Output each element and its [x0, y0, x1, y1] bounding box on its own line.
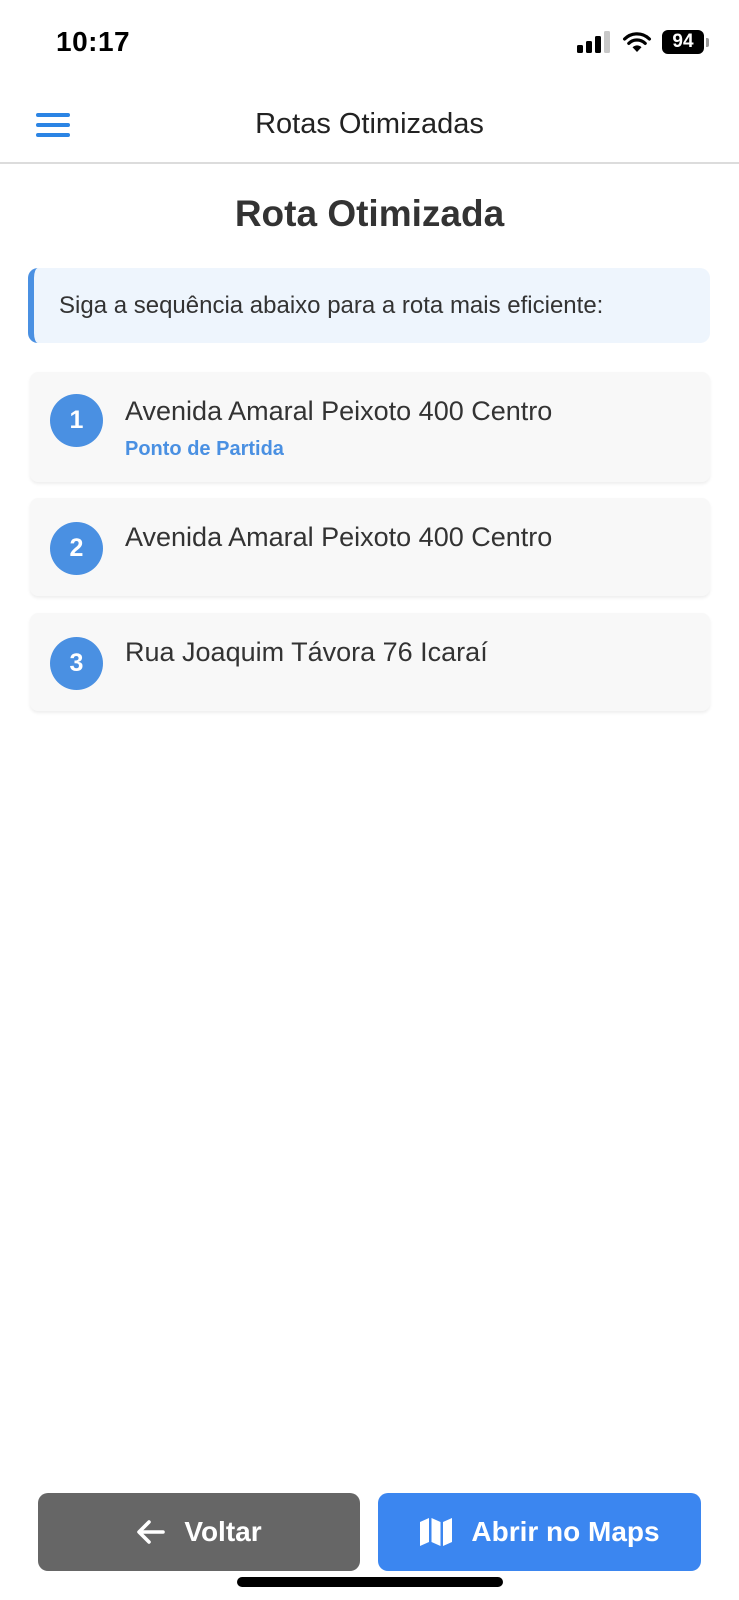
open-maps-button[interactable]: Abrir no Maps — [378, 1493, 701, 1571]
stop-address: Avenida Amaral Peixoto 400 Centro — [125, 396, 553, 426]
stop-card[interactable]: 3 Rua Joaquim Távora 76 Icaraí — [30, 613, 710, 711]
stop-card[interactable]: 1 Avenida Amaral Peixoto 400 Centro Pont… — [30, 372, 710, 482]
battery-icon: 94 — [662, 30, 709, 54]
stop-address: Rua Joaquim Távora 76 Icaraí — [125, 637, 488, 667]
stop-number-badge: 2 — [50, 522, 103, 575]
battery-level: 94 — [662, 30, 704, 54]
header-title: Rotas Otimizadas — [255, 108, 484, 140]
arrow-left-icon — [137, 1520, 166, 1544]
wifi-icon — [623, 32, 651, 52]
app-header: Rotas Otimizadas — [0, 88, 739, 164]
page-title: Rota Otimizada — [234, 193, 505, 234]
starting-point-label: Ponto de Partida — [125, 438, 284, 460]
home-indicator[interactable] — [237, 1577, 503, 1587]
status-time: 10:17 — [56, 26, 131, 57]
open-maps-label: Abrir no Maps — [471, 1516, 660, 1547]
back-button[interactable]: Voltar — [38, 1493, 360, 1571]
status-icons: 94 — [577, 30, 709, 54]
info-box: Siga a sequência abaixo para a rota mais… — [28, 268, 710, 343]
stop-card[interactable]: 2 Avenida Amaral Peixoto 400 Centro — [30, 498, 710, 596]
status-bar: 10:17 94 — [0, 0, 739, 88]
cellular-signal-icon — [577, 31, 610, 53]
info-text: Siga a sequência abaixo para a rota mais… — [59, 291, 604, 319]
stop-number-badge: 1 — [50, 394, 103, 447]
stop-number-badge: 3 — [50, 637, 103, 690]
stop-address: Avenida Amaral Peixoto 400 Centro — [125, 522, 553, 552]
map-icon — [420, 1518, 453, 1546]
back-button-label: Voltar — [184, 1516, 262, 1547]
screen: 10:17 94 Rotas Otimizadas Rota Otimizada… — [0, 0, 739, 1600]
